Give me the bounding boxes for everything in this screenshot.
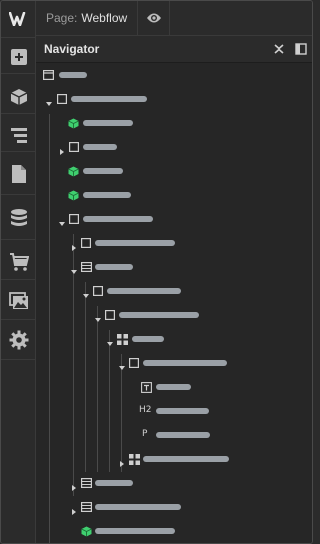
element-label	[83, 216, 153, 222]
tree-row[interactable]: H2	[36, 399, 312, 423]
element-label	[143, 456, 229, 462]
navigator-header: Navigator	[36, 36, 312, 63]
page-selector[interactable]: Page: Webflow	[36, 1, 139, 36]
tree-row[interactable]	[36, 207, 312, 231]
navigator-title: Navigator	[44, 42, 100, 56]
element-label	[107, 288, 181, 294]
caret-down-icon[interactable]	[45, 95, 53, 106]
collapse-all-icon[interactable]	[268, 36, 290, 63]
tree-row[interactable]	[36, 159, 312, 183]
div-block-icon	[92, 285, 104, 297]
tree-row[interactable]	[36, 183, 312, 207]
element-label	[59, 72, 87, 78]
component-icon	[67, 165, 79, 177]
pages-icon[interactable]	[1, 156, 36, 191]
tree-row[interactable]	[36, 327, 312, 351]
caret-down-icon[interactable]	[106, 335, 114, 346]
caret-down-icon[interactable]	[70, 263, 78, 274]
tree-row[interactable]	[36, 231, 312, 255]
left-toolbar	[1, 1, 36, 543]
top-bar: Page: Webflow	[36, 1, 312, 36]
components-icon[interactable]	[1, 79, 36, 114]
page-prefix-label: Page:	[46, 11, 78, 25]
designer-window: Page: Webflow Navigator H2 P	[0, 0, 313, 544]
dock-panel-icon[interactable]	[290, 36, 312, 63]
element-label	[83, 192, 131, 198]
tree-row[interactable]	[36, 495, 312, 519]
element-label	[95, 528, 175, 534]
caret-down-icon[interactable]	[58, 215, 66, 226]
element-label	[83, 120, 133, 126]
tree-row[interactable]	[36, 111, 312, 135]
component-icon	[67, 117, 79, 129]
settings-icon[interactable]	[1, 322, 36, 357]
text-block-icon	[140, 381, 152, 393]
section-icon	[80, 477, 92, 489]
caret-right-icon[interactable]	[70, 239, 78, 251]
element-label	[95, 264, 133, 270]
add-panel-icon[interactable]	[1, 39, 36, 74]
tree-row[interactable]	[36, 519, 312, 543]
assets-icon[interactable]	[1, 283, 36, 318]
element-label	[71, 96, 147, 102]
section-icon	[80, 261, 92, 273]
webflow-logo-icon[interactable]	[1, 1, 36, 36]
component-icon	[67, 189, 79, 201]
caret-down-icon[interactable]	[118, 359, 126, 370]
body-icon	[42, 69, 54, 81]
div-block-icon	[68, 141, 80, 153]
element-label	[83, 168, 123, 174]
grid-icon	[128, 453, 140, 465]
caret-right-icon[interactable]	[58, 143, 66, 155]
tree-row[interactable]	[36, 135, 312, 159]
navigator-panel: Navigator H2 P	[36, 36, 312, 543]
section-icon	[80, 501, 92, 513]
paragraph-tag: P	[142, 429, 148, 439]
tree-row[interactable]	[36, 279, 312, 303]
div-block-icon	[56, 93, 68, 105]
caret-right-icon[interactable]	[70, 503, 78, 515]
tree-row[interactable]: P	[36, 423, 312, 447]
div-block-icon	[80, 237, 92, 249]
div-block-icon	[68, 213, 80, 225]
element-label	[119, 312, 199, 318]
cms-icon[interactable]	[1, 200, 36, 235]
element-label	[95, 480, 133, 486]
tree-row[interactable]	[36, 471, 312, 495]
element-label	[156, 408, 209, 414]
div-block-icon	[104, 309, 116, 321]
element-label	[143, 360, 227, 366]
element-label	[156, 384, 191, 390]
tree-row[interactable]	[36, 87, 312, 111]
element-label	[132, 336, 164, 342]
preview-eye-icon[interactable]	[138, 1, 171, 36]
tree-row[interactable]	[36, 303, 312, 327]
navigator-tree: H2 P	[36, 63, 312, 543]
page-name-label: Webflow	[81, 11, 128, 25]
caret-down-icon[interactable]	[94, 311, 102, 322]
element-label	[95, 504, 181, 510]
heading-tag: H2	[139, 405, 152, 415]
grid-icon	[116, 333, 128, 345]
element-label	[95, 240, 175, 246]
caret-right-icon[interactable]	[70, 479, 78, 491]
div-block-icon	[128, 357, 140, 369]
ecommerce-icon[interactable]	[1, 244, 36, 279]
element-label	[156, 432, 210, 438]
caret-right-icon[interactable]	[118, 455, 126, 467]
tree-row[interactable]	[36, 447, 312, 471]
element-label	[83, 144, 117, 150]
caret-down-icon[interactable]	[82, 287, 90, 298]
tree-row[interactable]	[36, 255, 312, 279]
tree-row-body[interactable]	[36, 63, 312, 87]
tree-row[interactable]	[36, 351, 312, 375]
component-icon	[80, 525, 92, 537]
tree-row[interactable]	[36, 375, 312, 399]
navigator-icon[interactable]	[1, 117, 36, 152]
